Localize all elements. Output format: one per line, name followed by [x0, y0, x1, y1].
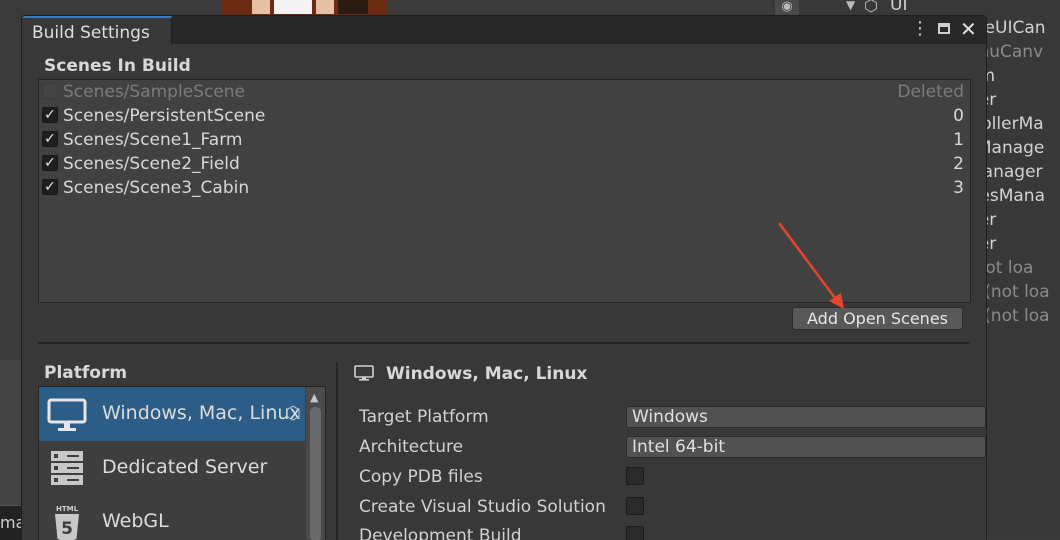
create-vs-solution-label: Create Visual Studio Solution [359, 497, 606, 517]
scene-build-index: 1 [953, 130, 964, 150]
scene-include-checkbox[interactable]: ✓ [42, 107, 58, 123]
platform-settings-title: Windows, Mac, Linux [386, 364, 588, 384]
monitor-icon [354, 365, 374, 381]
svg-text:5: 5 [61, 519, 73, 539]
close-icon[interactable]: ✕ [960, 17, 977, 41]
maximize-icon[interactable] [938, 23, 950, 34]
svg-text:HTML: HTML [56, 505, 79, 513]
platform-name: Dedicated Server [102, 456, 268, 478]
scene-row[interactable]: ✓ Scenes/Scene3_Cabin 3 [39, 176, 970, 200]
scene-name: Scenes/Scene1_Farm [63, 130, 243, 150]
add-open-scenes-button[interactable]: Add Open Scenes [792, 307, 963, 330]
monitor-icon [47, 398, 87, 431]
copy-pdb-label: Copy PDB files [359, 467, 483, 487]
build-settings-window: Build Settings ⋮ ✕ Scenes In Build ✓ Scen… [21, 15, 987, 540]
html5-icon: HTML 5 [55, 505, 79, 540]
target-platform-label: Target Platform [359, 407, 489, 427]
expand-arrow-icon[interactable]: ▼ [846, 0, 855, 12]
development-build-label: Development Build [359, 526, 522, 540]
architecture-label: Architecture [359, 437, 464, 457]
scene-preview-art [222, 0, 388, 16]
gameobject-cube-icon: ⬡ [864, 0, 878, 15]
scene-build-index: 0 [953, 106, 964, 126]
scene-list[interactable]: ✓ Scenes/SampleScene Deleted ✓ Scenes/Persis… [38, 79, 971, 303]
scenes-in-build-heading: Scenes In Build [44, 56, 191, 76]
platform-item-webgl[interactable]: HTML 5 WebGL [39, 495, 305, 540]
platform-list[interactable]: Windows, Mac, Linux ⬡ Dedicated Server H… [38, 386, 326, 540]
scene-name: Scenes/Scene2_Field [63, 154, 240, 174]
more-vertical-icon[interactable]: ⋮ [911, 18, 929, 39]
section-divider [38, 342, 969, 344]
scrollbar-thumb[interactable] [310, 407, 321, 540]
scene-row[interactable]: ✓ Scenes/SampleScene Deleted [39, 80, 970, 104]
copy-pdb-checkbox[interactable] [626, 467, 644, 485]
scene-name: Scenes/PersistentScene [63, 106, 266, 126]
platform-name: Windows, Mac, Linux [102, 402, 301, 424]
create-vs-solution-checkbox[interactable] [626, 497, 644, 515]
scene-name: Scenes/SampleScene [63, 82, 245, 102]
platform-item-windows-mac-linux[interactable]: Windows, Mac, Linux ⬡ [39, 387, 305, 441]
window-tab[interactable]: Build Settings [22, 16, 172, 45]
scene-row[interactable]: ✓ Scenes/Scene2_Field 2 [39, 152, 970, 176]
platform-name: WebGL [102, 510, 169, 532]
scene-row[interactable]: ✓ Scenes/Scene1_Farm 1 [39, 128, 970, 152]
scene-build-index: 3 [953, 178, 964, 198]
target-platform-dropdown[interactable]: Windows [626, 406, 986, 428]
scene-build-index: Deleted [897, 82, 964, 102]
unity-active-platform-icon: ⬡ [285, 403, 301, 424]
architecture-dropdown[interactable]: Intel 64-bit [626, 436, 986, 458]
hierarchy-ui-label[interactable]: UI [890, 0, 907, 15]
scene-build-index: 2 [953, 154, 964, 174]
scroll-up-arrow-icon[interactable]: ▲ [310, 391, 318, 404]
panel-separator [336, 362, 338, 540]
scene-include-checkbox[interactable]: ✓ [42, 179, 58, 195]
window-title: Build Settings [32, 23, 150, 43]
development-build-checkbox[interactable] [626, 526, 644, 540]
platform-item-dedicated-server[interactable]: Dedicated Server [39, 441, 305, 495]
scene-include-checkbox[interactable]: ✓ [42, 155, 58, 171]
server-icon [51, 451, 83, 485]
platform-heading: Platform [44, 363, 128, 383]
scene-include-checkbox[interactable]: ✓ [42, 131, 58, 147]
scene-name: Scenes/Scene3_Cabin [63, 178, 250, 198]
scene-row[interactable]: ✓ Scenes/PersistentScene 0 [39, 104, 970, 128]
visibility-eye-icon[interactable]: ◉ [775, 0, 799, 16]
scene-include-checkbox[interactable]: ✓ [42, 83, 58, 99]
